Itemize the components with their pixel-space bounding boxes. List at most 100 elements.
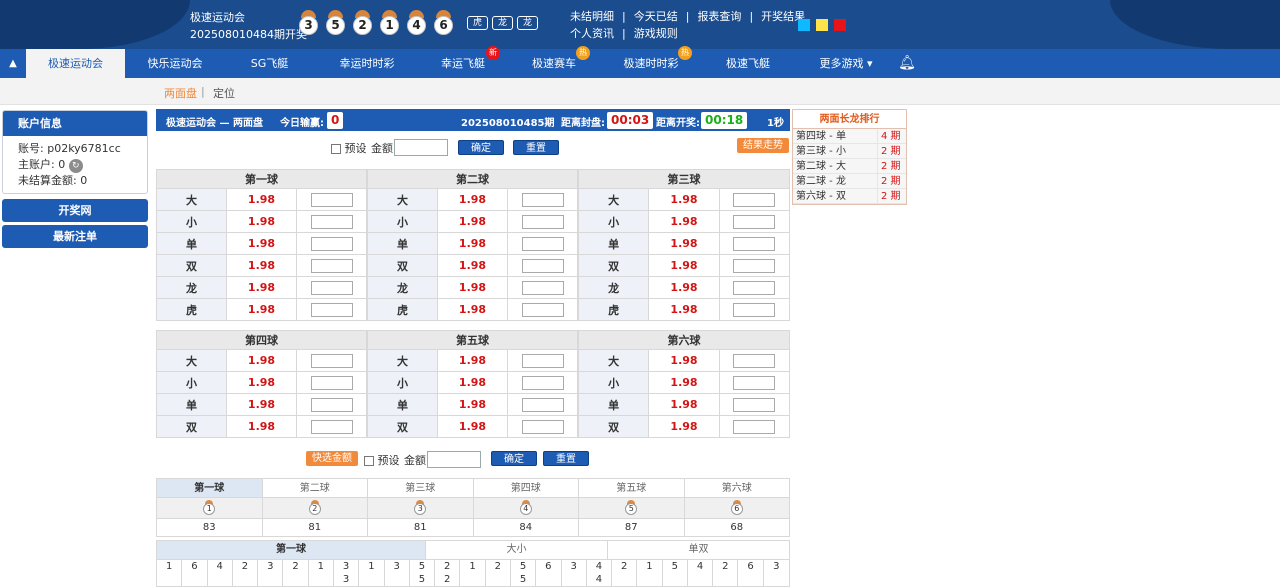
bet-amount-input[interactable] — [733, 236, 776, 251]
bet-input-cell — [296, 298, 367, 321]
refresh-seconds: 1秒 — [767, 118, 784, 129]
main-balance-value: 0 — [58, 158, 66, 171]
collapse-icon[interactable]: ▲ — [0, 49, 26, 78]
subnav-position[interactable]: 定位 — [213, 85, 235, 101]
bet-amount-input[interactable] — [521, 192, 564, 207]
header-link[interactable]: 个人资讯 — [570, 25, 614, 42]
bet-amount-input[interactable] — [310, 214, 353, 229]
bet-amount-input[interactable] — [733, 280, 776, 295]
bet-amount-input[interactable] — [310, 375, 353, 390]
trend-number: 2 — [722, 561, 729, 572]
bet-table: 第五球大 1.98 小 1.98 单 1.98 双 1.98 — [367, 330, 578, 438]
tab-6[interactable]: 极速赛车热 — [512, 46, 596, 78]
tab-8[interactable]: 极速飞艇 — [706, 49, 790, 78]
bet-amount-input[interactable] — [310, 280, 353, 295]
trend-column: 2 — [232, 559, 259, 586]
bet-amount-input[interactable] — [733, 192, 776, 207]
header-link[interactable]: 今天已结 — [634, 8, 678, 25]
preset-checkbox-box-bottom[interactable] — [364, 456, 374, 466]
bet-amount-input[interactable] — [521, 280, 564, 295]
bet-row: 单 1.98 — [577, 232, 791, 255]
draw-ball: 3 — [298, 10, 319, 37]
bet-odds: 1.98 — [226, 393, 297, 416]
amount-input-top[interactable] — [394, 139, 448, 156]
reset-button-top[interactable]: 重置 — [513, 140, 559, 155]
bet-amount-input[interactable] — [521, 236, 564, 251]
bet-amount-input[interactable] — [310, 302, 353, 317]
confirm-button-top[interactable]: 确定 — [458, 140, 504, 155]
tab-badge: 热 — [576, 46, 590, 60]
bet-amount-input[interactable] — [310, 258, 353, 273]
preset-checkbox-box[interactable] — [331, 144, 341, 154]
theme-swatch-blue[interactable] — [798, 19, 810, 31]
bet-row: 虎 1.98 — [577, 298, 791, 321]
preset-checkbox-top[interactable]: 预设 — [331, 140, 367, 156]
tab-4[interactable]: 幸运时时彩 — [319, 49, 415, 78]
trend-tab-bigsmall[interactable]: 大小 — [426, 541, 608, 559]
confirm-button-bottom[interactable]: 确定 — [491, 451, 537, 466]
bet-input-cell — [507, 393, 578, 416]
tab-2[interactable]: 快乐运动会 — [125, 49, 225, 78]
bet-amount-input[interactable] — [521, 302, 564, 317]
header-link[interactable]: 游戏规则 — [634, 25, 678, 42]
bet-amount-input[interactable] — [521, 375, 564, 390]
trend-number: 6 — [545, 561, 552, 572]
bet-amount-input[interactable] — [521, 258, 564, 273]
amount-input-bottom[interactable] — [427, 451, 481, 468]
bet-amount-input[interactable] — [733, 302, 776, 317]
bet-odds: 1.98 — [648, 232, 720, 255]
trend-button[interactable]: 结果走势 — [737, 138, 789, 153]
bet-amount-input[interactable] — [733, 397, 776, 412]
latest-bets-button[interactable]: 最新注单 — [2, 225, 148, 248]
bet-amount-input[interactable] — [733, 419, 776, 434]
subnav-two-sides[interactable]: 两面盘 — [164, 85, 197, 101]
stats-tab[interactable]: 第六球 — [685, 479, 790, 497]
preset-checkbox-bottom[interactable]: 预设 — [364, 452, 400, 468]
bet-amount-input[interactable] — [521, 214, 564, 229]
lottery-site-button[interactable]: 开奖网 — [2, 199, 148, 222]
bet-amount-input[interactable] — [310, 236, 353, 251]
top-header: 极速运动会 202508010484期开奖 352146 虎龙龙 未结明细 | 今天… — [0, 0, 1280, 49]
bet-amount-input[interactable] — [310, 353, 353, 368]
bet-amount-input[interactable] — [521, 353, 564, 368]
bet-amount-input[interactable] — [733, 258, 776, 273]
bet-input-cell — [507, 188, 578, 211]
reset-button-bottom[interactable]: 重置 — [543, 451, 589, 466]
header-right-area — [1110, 0, 1280, 49]
bet-amount-input[interactable] — [733, 214, 776, 229]
stats-tab[interactable]: 第三球 — [368, 479, 474, 497]
bet-amount-input[interactable] — [733, 375, 776, 390]
tab-9[interactable]: 更多游戏 ▾ — [800, 49, 892, 78]
stats-tab[interactable]: 第四球 — [474, 479, 579, 497]
bet-amount-input[interactable] — [733, 353, 776, 368]
trend-tab-oddeven[interactable]: 单双 — [608, 541, 789, 559]
bet-amount-input[interactable] — [521, 419, 564, 434]
stats-tab[interactable]: 第二球 — [263, 479, 368, 497]
bell-icon[interactable]: 🔔︎ — [892, 49, 922, 78]
quick-amount-button[interactable]: 快选金额 — [306, 451, 358, 466]
refresh-icon[interactable]: ↻ — [68, 159, 83, 173]
bet-amount-input[interactable] — [310, 397, 353, 412]
stats-tab[interactable]: 第一球 — [157, 479, 263, 497]
bet-row: 大 1.98 — [156, 349, 367, 372]
bet-amount-input[interactable] — [310, 419, 353, 434]
tab-3[interactable]: SG飞艇 — [231, 49, 308, 78]
trend-column: 1 — [157, 559, 183, 586]
ball-medal-icon: 4 — [519, 500, 533, 516]
header-link[interactable]: 未结明细 — [570, 8, 614, 25]
theme-swatch-red[interactable] — [834, 19, 846, 31]
stats-count: 84 — [474, 519, 579, 536]
tab-1[interactable]: 极速运动会 — [26, 49, 125, 78]
ranking-row: 第六球 - 双2 期 — [793, 189, 906, 204]
bet-odds: 1.98 — [648, 349, 720, 372]
header-link[interactable]: 报表查询 — [697, 8, 741, 25]
bet-odds: 1.98 — [226, 276, 297, 299]
tab-5[interactable]: 幸运飞艇新 — [420, 46, 506, 78]
bet-input-cell — [296, 393, 367, 416]
bet-amount-input[interactable] — [521, 397, 564, 412]
trend-tab-ball[interactable]: 第一球 — [157, 541, 426, 559]
theme-swatch-yellow[interactable] — [816, 19, 828, 31]
stats-tab[interactable]: 第五球 — [579, 479, 685, 497]
bet-amount-input[interactable] — [310, 192, 353, 207]
tab-7[interactable]: 极速时时彩热 — [604, 46, 698, 78]
